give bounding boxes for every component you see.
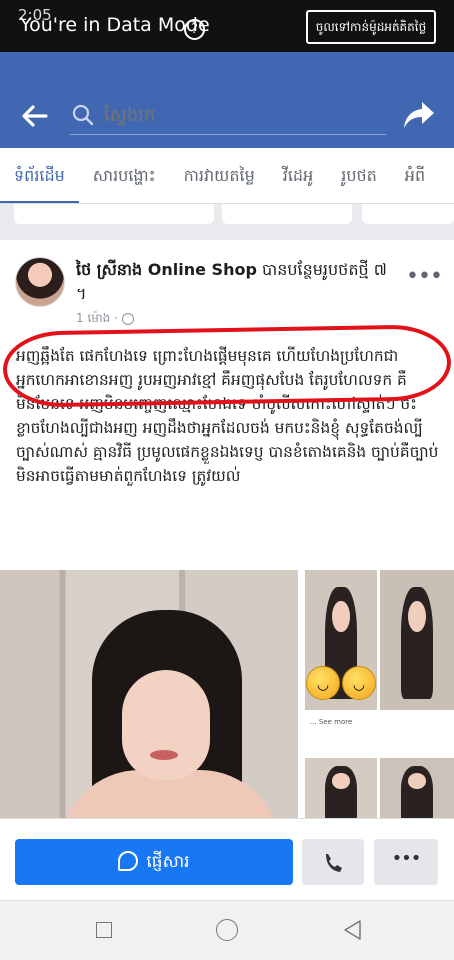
- page-action-bar: ផ្ញើសារ •••: [0, 818, 454, 900]
- smirk-emoji-icon: ◡: [306, 666, 340, 700]
- photo-face: [332, 773, 350, 789]
- post-time[interactable]: 1 ម៉ោង ·: [76, 311, 118, 325]
- system-nav-bar: [0, 900, 454, 960]
- page-tabs: ទំព័រដើម សារបង្ហោះ ការវាយតម្លៃ វីដេអូ រូ…: [0, 148, 454, 204]
- post-options-button[interactable]: •••: [406, 264, 443, 289]
- post-photo-main[interactable]: [0, 570, 298, 824]
- more-actions-button[interactable]: •••: [374, 839, 438, 885]
- tab-home[interactable]: ទំព័រដើម: [0, 148, 79, 203]
- message-screenshot-thumb[interactable]: ... See more: [305, 715, 453, 755]
- scroll-hint-strip: [0, 204, 454, 240]
- photo-face: [408, 600, 426, 632]
- nav-back-icon[interactable]: [342, 919, 362, 941]
- smirk-emoji-icon: ◡: [342, 666, 376, 700]
- post-card: ថៃ ស្រីនាង Online Shop បានបន្ថែមរូបថតថ្ម…: [0, 240, 454, 900]
- previous-card: [362, 204, 454, 224]
- nav-square-icon[interactable]: [96, 922, 112, 938]
- tab-posts[interactable]: សារបង្ហោះ: [79, 148, 170, 203]
- search-input[interactable]: [104, 102, 374, 128]
- free-mode-button[interactable]: ចូលទៅកាន់ម៉ូដអត់គិតថ្លៃ: [306, 10, 436, 44]
- tab-reviews[interactable]: ការវាយតម្លៃ: [170, 148, 269, 203]
- help-icon[interactable]: ?: [184, 19, 205, 40]
- back-arrow-icon[interactable]: [20, 102, 48, 130]
- post-photo-thumb[interactable]: [380, 570, 454, 710]
- tab-about[interactable]: អំពី: [391, 148, 439, 203]
- photo-face: [408, 773, 426, 789]
- messenger-icon: [118, 851, 139, 871]
- previous-card: [222, 204, 352, 224]
- nav-circle-icon[interactable]: [216, 919, 238, 941]
- tab-videos[interactable]: វីដេអូ: [269, 148, 327, 203]
- post-author: ថៃ ស្រីនាង Online Shop បានបន្ថែមរូបថតថ្ម…: [76, 258, 396, 306]
- avatar[interactable]: [15, 257, 65, 307]
- search-underline: [70, 134, 386, 135]
- send-message-label: ផ្ញើសារ: [146, 852, 190, 872]
- photo-face: [332, 600, 350, 632]
- message-preview-text: ... See more: [310, 718, 353, 726]
- tab-photos[interactable]: រូបថត: [327, 148, 391, 203]
- call-button[interactable]: [302, 839, 364, 885]
- phone-icon: [326, 854, 342, 872]
- search-icon: [72, 104, 94, 126]
- author-name[interactable]: ថៃ ស្រីនាង Online Shop: [76, 260, 257, 279]
- share-icon[interactable]: [402, 98, 436, 132]
- photo-face: [122, 670, 210, 780]
- data-mode-text: You're in Data Mode: [20, 14, 210, 36]
- previous-card: [14, 204, 214, 224]
- top-bar: [0, 52, 454, 148]
- photo-lips: [150, 750, 178, 760]
- send-message-button[interactable]: ផ្ញើសារ: [15, 839, 293, 885]
- post-meta: 1 ម៉ោង ·: [76, 310, 134, 328]
- status-bar: 2:05 You're in Data Mode ? ចូលទៅកាន់ម៉ូដ…: [0, 0, 454, 52]
- red-annotation-circle: [2, 324, 452, 408]
- globe-icon: [121, 312, 134, 325]
